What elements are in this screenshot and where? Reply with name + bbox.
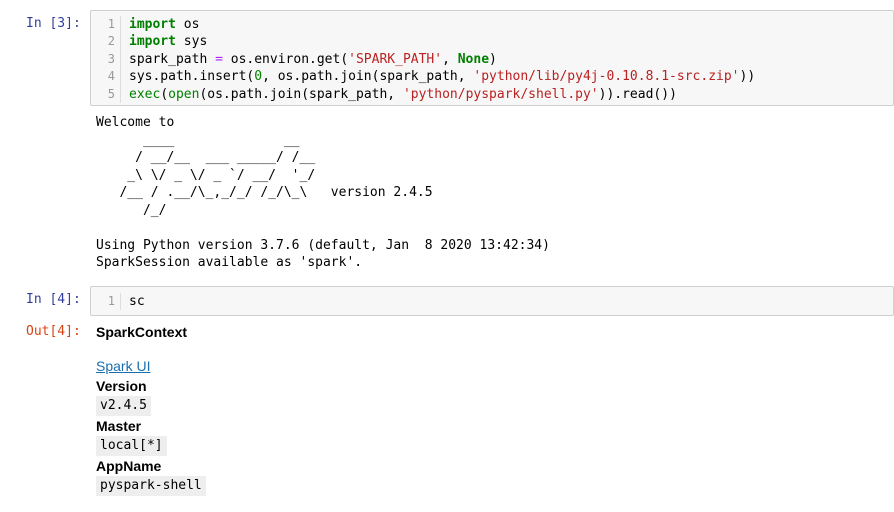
code-text: sys — [175, 34, 208, 50]
code-text: , — [442, 51, 458, 67]
operator: = — [215, 51, 223, 67]
code-line-2: import sys — [129, 33, 755, 50]
version-label: Version — [96, 378, 147, 394]
string-literal: 'python/pyspark/shell.py' — [402, 86, 599, 102]
code-text: ( — [160, 86, 169, 102]
builtin-open: open — [168, 86, 200, 102]
cell-3-stream-output: Welcome to ____ __ / __/__ ___ _____/ /_… — [96, 115, 550, 270]
cell-3-code-editor[interactable]: 1 2 3 4 5 import os import sys spark_pat… — [90, 10, 894, 106]
cell-4-code-editor[interactable]: 1 sc — [90, 286, 894, 316]
code-line-5: exec(open(os.path.join(spark_path, 'pyth… — [129, 86, 755, 103]
code-text: , os.path.join(spark_path, — [262, 69, 474, 85]
cell-4-line-numbers: 1 — [91, 293, 121, 311]
cell-3-code[interactable]: import os import sys spark_path = os.env… — [129, 16, 755, 103]
code-text: )).read()) — [598, 86, 677, 102]
cell-3-prompt: In [3]: — [26, 16, 81, 31]
code-line-1: import os — [129, 16, 755, 33]
keyword-import: import — [129, 17, 176, 32]
keyword-none: None — [457, 51, 490, 67]
code-text: )) — [739, 69, 756, 85]
cell-4-code[interactable]: sc — [129, 293, 145, 310]
line-number: 3 — [107, 51, 115, 66]
cell-4-output-prompt: Out[4]: — [26, 324, 81, 339]
code-text: os.environ.get( — [222, 51, 349, 67]
string-literal: 'SPARK_PATH' — [348, 51, 443, 67]
spark-context-output: SparkContext Spark UI Version v2.4.5 Mas… — [96, 322, 206, 496]
version-value: v2.4.5 — [96, 396, 151, 416]
number-literal: 0 — [254, 69, 263, 85]
line-number: 4 — [107, 69, 115, 84]
code-text: (os.path.join(spark_path, — [199, 86, 403, 102]
code-line-4: sys.path.insert(0, os.path.join(spark_pa… — [129, 68, 755, 85]
code-line-3: spark_path = os.environ.get('SPARK_PATH'… — [129, 51, 755, 68]
string-literal: 'python/lib/py4j-0.10.8.1-src.zip' — [473, 69, 740, 85]
master-value: local[*] — [96, 436, 167, 456]
line-number: 1 — [107, 294, 115, 308]
cell-3-line-numbers: 1 2 3 4 5 — [91, 16, 121, 103]
line-number: 5 — [107, 86, 115, 101]
line-number: 2 — [107, 34, 115, 49]
appname-label: AppName — [96, 458, 162, 474]
code-text: sys.path.insert( — [129, 69, 255, 85]
builtin-exec: exec — [129, 86, 161, 102]
code-text: ) — [489, 51, 497, 67]
cell-4-prompt: In [4]: — [26, 292, 81, 307]
keyword-import: import — [129, 34, 176, 50]
line-number: 1 — [107, 17, 115, 31]
code-line-1: sc — [129, 294, 145, 309]
code-text: os — [175, 17, 200, 32]
spark-ui-link[interactable]: Spark UI — [96, 356, 206, 376]
code-text: spark_path — [129, 51, 216, 67]
appname-value: pyspark-shell — [96, 476, 206, 496]
spark-context-title: SparkContext — [96, 324, 188, 340]
master-label: Master — [96, 418, 142, 434]
